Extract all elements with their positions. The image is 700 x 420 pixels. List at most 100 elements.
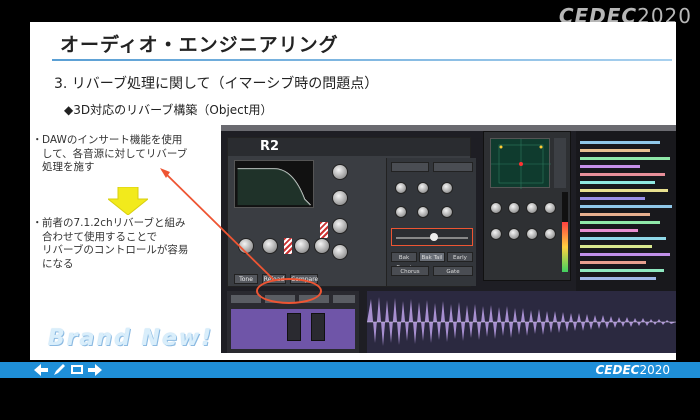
panner-knob[interactable] — [490, 228, 502, 240]
insert-slot[interactable] — [231, 295, 261, 303]
panel-knob[interactable] — [441, 206, 453, 218]
bak-tail-button[interactable]: Bak Tail — [419, 252, 445, 262]
reverb-knob[interactable] — [332, 164, 348, 180]
bullet-dot: ・ — [32, 134, 43, 146]
screen-icon[interactable] — [70, 364, 84, 376]
bullet-item-1: ・ DAWのインサート機能を使用 して、各音源に対してリバーブ 処理を施す — [30, 134, 230, 175]
plugin-name: R2 — [260, 139, 280, 154]
track-clip[interactable] — [580, 157, 670, 160]
panel-knob[interactable] — [417, 206, 429, 218]
panel-knob[interactable] — [395, 182, 407, 194]
tone-button[interactable]: Tone — [234, 274, 258, 284]
annotation-circle — [256, 278, 322, 304]
preset-dropdown[interactable] — [391, 162, 429, 172]
slider-stripes — [320, 222, 328, 238]
panner-knob[interactable] — [544, 228, 556, 240]
track-clip[interactable] — [580, 165, 640, 168]
panel-knob[interactable] — [417, 182, 429, 194]
level-meter-fill — [562, 222, 568, 272]
track-clip[interactable] — [580, 245, 652, 248]
bullet-line: 前者の7.1.2chリバーブと組み — [42, 217, 186, 229]
insert-slot[interactable] — [333, 295, 355, 303]
reverb-knob[interactable] — [332, 190, 348, 206]
footer-logo-brand: CEDEC — [595, 363, 640, 377]
subsection-heading: ◆3D対応のリバーブ構築（Object用） — [64, 103, 273, 117]
bullet-item-2: ・ 前者の7.1.2chリバーブと組み 合わせて使用することで リバーブのコント… — [30, 217, 230, 271]
track-clip[interactable] — [580, 205, 672, 208]
highlighted-slider-row — [391, 228, 473, 246]
track-clip[interactable] — [580, 237, 666, 240]
track-clip[interactable] — [580, 277, 656, 280]
bullet-line: になる — [42, 257, 74, 270]
footer-logo-year: 2020 — [639, 363, 670, 377]
chorus-button[interactable]: Chorus — [391, 266, 429, 276]
panner-grid[interactable] — [490, 138, 551, 189]
bullet-line: して、各音源に対してリバーブ — [42, 147, 188, 160]
title-divider — [52, 59, 672, 61]
slide-title: オーディオ・エンジニアリング — [60, 34, 339, 56]
track-clip[interactable] — [580, 189, 668, 192]
track-clip[interactable] — [580, 253, 670, 256]
insert-slot-group[interactable] — [287, 313, 301, 341]
bullet-dot: ・ — [32, 217, 43, 229]
toolbar-icons — [34, 362, 102, 378]
presentation-toolbar: CEDEC2020 — [0, 362, 700, 378]
panel-knob[interactable] — [441, 182, 453, 194]
track-arrangement — [576, 131, 676, 291]
plugin-header: R2 — [228, 138, 470, 156]
track-clip[interactable] — [580, 141, 660, 144]
track-clip[interactable] — [580, 213, 650, 216]
reverb-preset-panel: Bak Reset Bak Tail Early Chorus Gate — [386, 158, 476, 286]
panel-knob[interactable] — [395, 206, 407, 218]
pen-icon[interactable] — [52, 364, 66, 376]
bullet-line: 処理を施す — [42, 161, 95, 173]
slider-thumb[interactable] — [430, 233, 438, 241]
track-clip[interactable] — [580, 181, 655, 184]
cedec-logo-footer: CEDEC2020 — [595, 362, 670, 378]
brand-new-watermark: Brand New! — [48, 326, 214, 351]
3d-panner-window — [483, 131, 571, 281]
slider-stripes — [284, 238, 292, 254]
arrow-left-icon[interactable] — [34, 364, 48, 376]
presentation-slide: オーディオ・エンジニアリング 3. リバーブ処理に関して（イマーシブ時の問題点）… — [30, 22, 676, 360]
reverb-plugin-window: R2 Tone Reload Compare Bak Bak Tail Earl… — [227, 137, 476, 287]
level-meter — [562, 192, 568, 272]
audio-waveform — [367, 297, 676, 346]
track-clip[interactable] — [580, 269, 664, 272]
panner-knob[interactable] — [526, 228, 538, 240]
early-button[interactable]: Early — [447, 252, 473, 262]
panner-grid-lines — [491, 139, 551, 189]
panner-knob[interactable] — [508, 202, 520, 214]
panner-knob[interactable] — [526, 202, 538, 214]
reverb-knob[interactable] — [314, 238, 330, 254]
bullet-line: リバーブのコントロールが容易 — [42, 244, 189, 256]
bullet-line: 合わせて使用することで — [42, 230, 158, 243]
insert-slot-group[interactable] — [311, 313, 325, 341]
daw-screenshot: R2 Tone Reload Compare Bak Bak Tail Earl… — [221, 125, 676, 353]
gate-button[interactable]: Gate — [433, 266, 473, 276]
track-clip[interactable] — [580, 149, 650, 152]
track-clip[interactable] — [580, 173, 665, 176]
insert-rack — [231, 309, 355, 349]
reverb-knob[interactable] — [332, 244, 348, 260]
reverb-knob[interactable] — [332, 218, 348, 234]
decay-curve-graph — [234, 160, 314, 208]
track-clip[interactable] — [580, 229, 638, 232]
waveform-display — [367, 291, 676, 353]
bak-reset-button[interactable]: Bak Reset — [391, 252, 417, 271]
panner-knob[interactable] — [508, 228, 520, 240]
track-clip[interactable] — [580, 197, 645, 200]
bullet-line: DAWのインサート機能を使用 — [42, 134, 183, 146]
track-clip[interactable] — [580, 261, 646, 264]
down-arrow-icon — [108, 187, 148, 215]
section-heading: 3. リバーブ処理に関して（イマーシブ時の問題点） — [54, 76, 379, 92]
reverb-knob[interactable] — [294, 238, 310, 254]
arrow-right-icon[interactable] — [88, 364, 102, 376]
reverb-knob[interactable] — [238, 238, 254, 254]
panner-knob[interactable] — [490, 202, 502, 214]
panner-knob[interactable] — [544, 202, 556, 214]
preset-dropdown[interactable] — [433, 162, 473, 172]
reverb-knob[interactable] — [262, 238, 278, 254]
track-clip[interactable] — [580, 221, 660, 224]
panner-side-controls — [554, 138, 566, 188]
